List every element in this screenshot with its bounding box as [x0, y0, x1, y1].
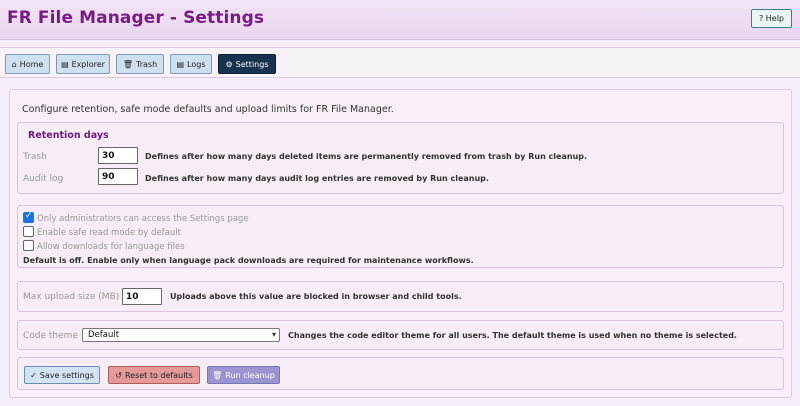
- intro-text: Configure retention, safe mode defaults …: [22, 104, 394, 115]
- nav-explorer-label: Explorer: [71, 59, 105, 69]
- app-title: FR File Manager - Settings: [7, 8, 265, 28]
- audit-days-input[interactable]: [98, 168, 138, 185]
- admin-only-checkbox[interactable]: [23, 211, 34, 223]
- nav-settings-label: Settings: [235, 59, 269, 69]
- nav-bar: ⌂ Home ▤ Explorer 🗑 Trash ▤ Logs ⚙ Setti…: [0, 47, 800, 78]
- nav-trash-button[interactable]: 🗑 Trash: [116, 54, 164, 74]
- nav-logs-button[interactable]: ▤ Logs: [170, 54, 212, 74]
- code-theme-label: Code theme: [23, 331, 78, 341]
- audit-days-label: Audit log: [23, 174, 64, 184]
- nav-settings-button[interactable]: ⚙ Settings: [218, 54, 276, 74]
- language-downloads-label: Allow downloads for language files: [37, 242, 185, 252]
- run-cleanup-button[interactable]: 🗑 Run cleanup: [207, 366, 280, 384]
- nav-explorer-button[interactable]: ▤ Explorer: [56, 54, 110, 74]
- admin-only-label: Only administrators can access the Setti…: [37, 214, 249, 224]
- broom-icon: 🗑: [212, 370, 223, 380]
- code-theme-help: Changes the code editor theme for all us…: [288, 331, 737, 340]
- home-icon: ⌂: [11, 59, 17, 69]
- run-cleanup-label: Run cleanup: [225, 370, 275, 380]
- safe-mode-checkbox[interactable]: [23, 226, 34, 237]
- save-settings-button[interactable]: ✓ Save settings: [24, 366, 100, 384]
- check-icon: ✓: [30, 370, 37, 380]
- audit-days-help: Defines after how many days audit log en…: [145, 174, 489, 183]
- trash-days-label: Trash: [23, 152, 47, 162]
- max-upload-label: Max upload size (MB): [23, 292, 120, 302]
- trash-icon: 🗑: [122, 59, 133, 69]
- code-theme-select[interactable]: Default ▾: [82, 328, 280, 342]
- save-settings-label: Save settings: [39, 370, 94, 380]
- nav-home-button[interactable]: ⌂ Home: [5, 54, 50, 74]
- trash-days-input[interactable]: [98, 147, 138, 164]
- max-upload-help: Uploads above this value are blocked in …: [170, 292, 462, 301]
- reset-defaults-label: Reset to defaults: [124, 370, 193, 380]
- app-header: FR File Manager - Settings ? Help: [0, 0, 800, 40]
- logs-icon: ▤: [176, 59, 185, 69]
- language-downloads-note: Default is off. Enable only when languag…: [23, 256, 474, 265]
- help-button[interactable]: ? Help: [751, 9, 792, 28]
- reset-defaults-button[interactable]: ↺ Reset to defaults: [108, 366, 200, 384]
- gear-icon: ⚙: [225, 59, 233, 69]
- retention-title: Retention days: [28, 130, 109, 141]
- trash-days-help: Defines after how many days deleted item…: [145, 152, 588, 161]
- safe-mode-label: Enable safe read mode by default: [37, 228, 181, 238]
- explorer-icon: ▤: [61, 59, 69, 69]
- language-downloads-checkbox[interactable]: [23, 240, 34, 251]
- nav-logs-label: Logs: [187, 59, 206, 69]
- max-upload-input[interactable]: [122, 288, 162, 305]
- nav-home-label: Home: [19, 59, 44, 69]
- reset-icon: ↺: [115, 370, 122, 380]
- code-theme-selected: Default: [88, 330, 120, 340]
- chevron-down-icon: ▾: [271, 330, 276, 339]
- nav-trash-label: Trash: [136, 59, 158, 69]
